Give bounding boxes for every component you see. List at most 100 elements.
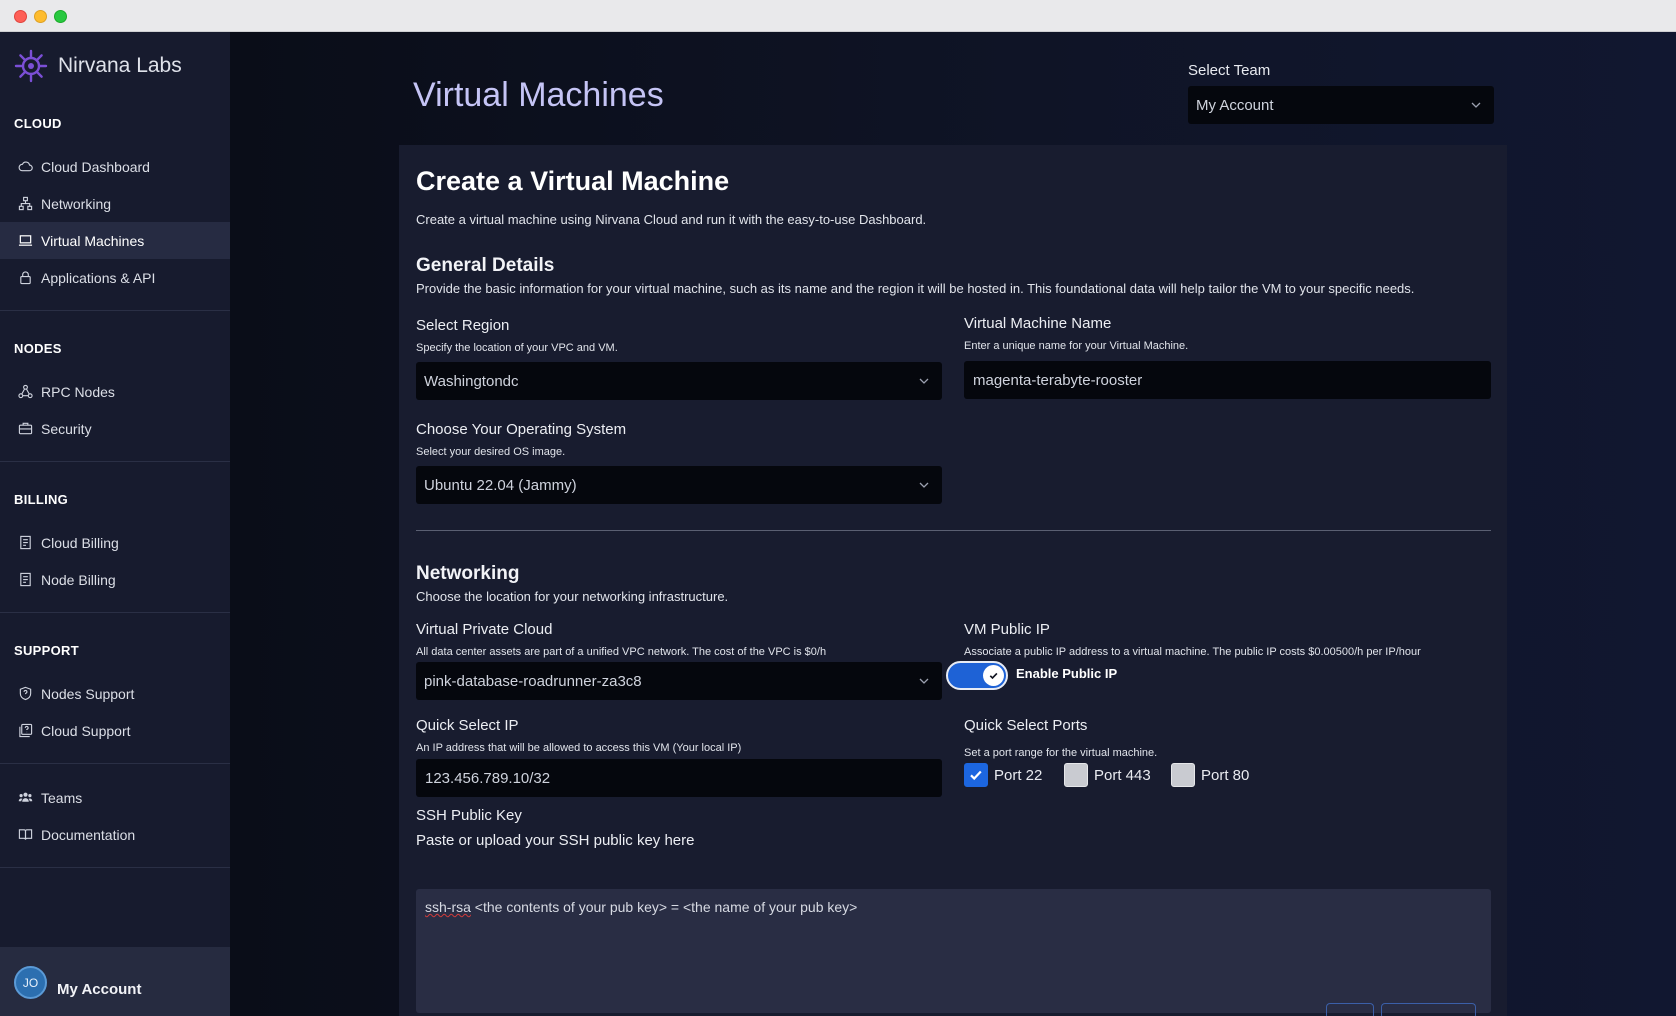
vm-name-value: magenta-terabyte-rooster <box>973 371 1143 389</box>
sidebar-item-virtual-machines[interactable]: Virtual Machines <box>0 222 230 259</box>
public-ip-help: Associate a public IP address to a virtu… <box>964 646 1421 658</box>
ssh-key-help: Paste or upload your SSH public key here <box>416 832 695 849</box>
nodes-icon <box>18 384 33 399</box>
lock-icon <box>20 271 31 285</box>
sidebar-item-label: Cloud Billing <box>41 534 119 551</box>
chevron-down-icon <box>919 378 929 384</box>
checkbox[interactable] <box>1064 763 1088 787</box>
vm-name-label: Virtual Machine Name <box>964 315 1112 332</box>
sidebar-item-cloud-billing[interactable]: Cloud Billing <box>0 524 230 561</box>
vpc-select-value: pink-database-roadrunner-za3c8 <box>424 672 642 690</box>
sidebar-divider <box>0 763 230 764</box>
brand[interactable]: Nirvana Labs <box>14 49 182 83</box>
port-label: Port 443 <box>1094 766 1151 784</box>
toggle-knob <box>983 665 1004 686</box>
sidebar-item-cloud-support[interactable]: Cloud Support <box>0 712 230 749</box>
sidebar-item-label: Cloud Support <box>41 722 131 739</box>
vpc-label: Virtual Private Cloud <box>416 621 553 638</box>
sidebar-item-label: Applications & API <box>41 269 156 286</box>
os-select[interactable]: Ubuntu 22.04 (Jammy) <box>416 466 942 504</box>
sidebar-divider <box>0 612 230 613</box>
sidebar-item-label: Teams <box>41 789 83 806</box>
networking-description: Choose the location for your networking … <box>416 589 729 604</box>
region-select-value: Washingtondc <box>424 372 519 390</box>
ssh-key-textarea[interactable]: ssh-rsa <the contents of your pub key> =… <box>416 889 1491 1013</box>
primary-action-button[interactable] <box>1381 1003 1476 1016</box>
card-title: Create a Virtual Machine <box>416 166 730 196</box>
check-icon <box>970 770 982 781</box>
account-menu[interactable]: JO My Account <box>0 947 230 1016</box>
vm-name-help: Enter a unique name for your Virtual Mac… <box>964 340 1189 352</box>
checkbox[interactable] <box>964 763 988 787</box>
book-icon <box>18 829 33 840</box>
sidebar-item-documentation[interactable]: Documentation <box>0 816 230 853</box>
receipt-icon <box>20 535 31 550</box>
port-443-checkbox[interactable]: Port 443 <box>1064 763 1151 787</box>
sidebar-item-label: Node Billing <box>41 571 116 588</box>
ssh-placeholder-text: <the contents of your pub key> = <the na… <box>470 899 858 915</box>
help-shield-icon <box>19 686 32 701</box>
ports-help: Set a port range for the virtual machine… <box>964 747 1158 759</box>
quick-ip-input[interactable]: 123.456.789.10/32 <box>416 759 942 797</box>
sidebar-item-label: Documentation <box>41 826 136 843</box>
sidebar-item-teams[interactable]: Teams <box>0 779 230 816</box>
region-select[interactable]: Washingtondc <box>416 362 942 400</box>
nirvana-logo-icon <box>14 49 48 83</box>
section-title-nodes: NODES <box>14 341 62 356</box>
section-title-cloud: CLOUD <box>14 116 62 131</box>
network-icon <box>18 196 33 211</box>
sidebar-item-networking[interactable]: Networking <box>0 185 230 222</box>
sidebar-item-label: Cloud Dashboard <box>41 158 150 175</box>
help-window-icon <box>19 723 33 738</box>
sidebar-item-applications-api[interactable]: Applications & API <box>0 259 230 296</box>
public-ip-toggle[interactable] <box>946 661 1008 690</box>
ports-label: Quick Select Ports <box>964 717 1088 734</box>
team-select-value: My Account <box>1196 96 1274 114</box>
laptop-icon <box>18 235 33 246</box>
sidebar-item-label: RPC Nodes <box>41 383 115 400</box>
chevron-down-icon <box>919 678 929 684</box>
maximize-window-button[interactable] <box>54 10 67 23</box>
team-icon <box>18 792 33 802</box>
os-label: Choose Your Operating System <box>416 421 627 438</box>
main-content: Virtual Machines Select Team My Account … <box>230 32 1676 1016</box>
vm-name-input[interactable]: magenta-terabyte-rooster <box>964 361 1491 399</box>
team-select-label: Select Team <box>1188 62 1271 79</box>
port-22-checkbox[interactable]: Port 22 <box>964 763 1042 787</box>
section-title-billing: BILLING <box>14 492 69 507</box>
window-titlebar <box>0 0 1676 32</box>
port-label: Port 80 <box>1201 766 1250 784</box>
briefcase-icon <box>18 422 33 435</box>
networking-heading: Networking <box>416 563 520 584</box>
sidebar-item-label: Networking <box>41 195 112 212</box>
create-vm-card: Create a Virtual Machine Create a virtua… <box>399 145 1507 1016</box>
close-window-button[interactable] <box>14 10 27 23</box>
vpc-select[interactable]: pink-database-roadrunner-za3c8 <box>416 662 942 700</box>
sidebar-item-rpc-nodes[interactable]: RPC Nodes <box>0 373 230 410</box>
card-subtitle: Create a virtual machine using Nirvana C… <box>416 212 927 227</box>
secondary-action-button[interactable] <box>1326 1003 1374 1016</box>
team-select[interactable]: My Account <box>1188 86 1494 124</box>
sidebar-item-security[interactable]: Security <box>0 410 230 447</box>
vpc-help: All data center assets are part of a uni… <box>416 646 827 658</box>
quick-ip-label: Quick Select IP <box>416 717 519 734</box>
os-help: Select your desired OS image. <box>416 446 566 458</box>
section-title-support: SUPPORT <box>14 643 79 658</box>
chevron-down-icon <box>1471 102 1481 108</box>
region-label: Select Region <box>416 317 510 334</box>
minimize-window-button[interactable] <box>34 10 47 23</box>
brand-name: Nirvana Labs <box>58 54 182 77</box>
quick-ip-help: An IP address that will be allowed to ac… <box>416 742 742 754</box>
page-title: Virtual Machines <box>413 76 664 114</box>
region-help: Specify the location of your VPC and VM. <box>416 342 618 354</box>
sidebar-item-label: Nodes Support <box>41 685 135 702</box>
sidebar-item-cloud-dashboard[interactable]: Cloud Dashboard <box>0 148 230 185</box>
checkbox[interactable] <box>1171 763 1195 787</box>
sidebar-item-node-billing[interactable]: Node Billing <box>0 561 230 598</box>
chevron-down-icon <box>919 482 929 488</box>
sidebar-item-nodes-support[interactable]: Nodes Support <box>0 675 230 712</box>
os-select-value: Ubuntu 22.04 (Jammy) <box>424 476 577 494</box>
general-details-heading: General Details <box>416 255 555 276</box>
port-80-checkbox[interactable]: Port 80 <box>1171 763 1249 787</box>
check-icon <box>989 672 998 680</box>
